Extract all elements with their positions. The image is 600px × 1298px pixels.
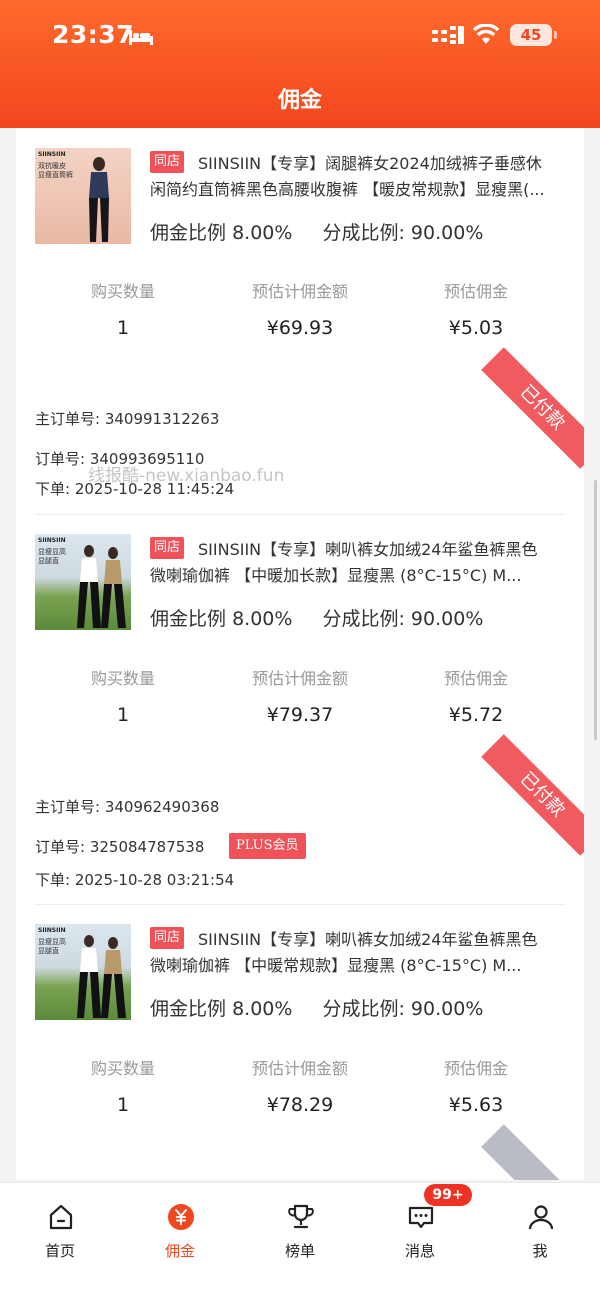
- tab-ranking[interactable]: 榜单: [240, 1183, 360, 1263]
- product-thumbnail[interactable]: SIINSIIN 双抗暖皮 显瘦直筒裤: [35, 148, 131, 244]
- message-icon: [408, 1206, 434, 1229]
- commission-rate: 8.00%: [232, 998, 293, 1020]
- product-title-line2[interactable]: 闲简约直筒裤黑色高腰收腹裤 【暖皮常规款】显瘦黑(...: [150, 176, 570, 200]
- yuan-coin-icon: [168, 1204, 194, 1230]
- est-commission-value: ¥5.72: [448, 704, 504, 726]
- product-title[interactable]: SIINSIIN【专享】喇叭裤女加绒24年鲨鱼裤黑色: [198, 926, 570, 950]
- home-icon: [49, 1204, 73, 1230]
- sleep-mode-icon: [129, 30, 153, 45]
- trophy-icon: [288, 1204, 314, 1229]
- product-row[interactable]: SIINSIIN 双抗暖皮 显瘦直筒裤 同店 SIINSIIN【专享】阔腿裤女20…: [16, 148, 584, 258]
- product-row[interactable]: SIINSIIN 显瘦显高 显腿直 同店 SIINSIIN【专享】喇叭裤女加绒24…: [16, 924, 584, 1034]
- stats-row: 购买数量 预估计佣金额 预估佣金 1 ¥69.93 ¥5.03: [16, 278, 584, 339]
- main-order-no[interactable]: 340991312263: [105, 410, 220, 428]
- tab-messages-label: 消息: [404, 1242, 435, 1260]
- thumb-caption: 显瘦显高 显腿直: [38, 938, 66, 955]
- rate-line: 佣金比例 8.00% 分成比例: 90.00%: [150, 608, 484, 630]
- tab-commission-label: 佣金: [164, 1242, 195, 1260]
- model-figures-icon: [77, 545, 126, 628]
- order-time: 2025-10-28 03:21:54: [74, 871, 235, 889]
- thumb-brand: SIINSIIN: [38, 537, 66, 544]
- battery-indicator: 45: [510, 24, 557, 46]
- share-rate: 90.00%: [410, 998, 484, 1020]
- scrollbar[interactable]: [594, 480, 597, 740]
- main-order-line: 主订单号: 340991312263: [35, 410, 220, 428]
- tab-home[interactable]: 首页: [0, 1183, 120, 1263]
- tab-home-label: 首页: [44, 1242, 75, 1260]
- stats-row: 购买数量 预估计佣金额 预估佣金 1 ¥78.29 ¥5.63: [16, 1055, 584, 1116]
- product-title[interactable]: SIINSIIN【专享】阔腿裤女2024加绒裤子垂感休: [198, 150, 570, 174]
- main-order-no[interactable]: 340962490368: [105, 798, 220, 816]
- main-order-line: 主订单号: 340962490368: [35, 798, 220, 816]
- est-commission-label: 预估佣金: [443, 669, 508, 688]
- qty-value: 1: [116, 1094, 130, 1116]
- est-amount-value: ¥69.93: [266, 317, 334, 339]
- messages-badge: 99+: [424, 1184, 472, 1206]
- product-thumbnail[interactable]: SIINSIIN 显瘦显高 显腿直: [35, 534, 131, 630]
- divider: [35, 514, 565, 515]
- store-tag: 同店: [150, 537, 185, 559]
- tab-bar: 首页 佣金 榜单 消息 我: [0, 1182, 600, 1298]
- product-title-line2[interactable]: 微喇瑜伽裤 【中暖加长款】显瘦黑 (8°C-15°C) M...: [150, 562, 570, 586]
- share-rate: 90.00%: [410, 608, 484, 630]
- qty-label: 购买数量: [90, 1059, 155, 1078]
- product-title-line2[interactable]: 微喇瑜伽裤 【中暖常规款】显瘦黑 (8°C-15°C) M...: [150, 952, 570, 976]
- thumb-caption: 双抗暖皮 显瘦直筒裤: [38, 162, 73, 179]
- stats-row: 购买数量 预估计佣金额 预估佣金 1 ¥79.37 ¥5.72: [16, 665, 584, 726]
- plus-member-badge: PLUS会员: [229, 833, 306, 859]
- rate-line: 佣金比例 8.00% 分成比例: 90.00%: [150, 222, 484, 244]
- order-line: 订单号: 325084787538: [35, 838, 205, 856]
- commission-rate: 8.00%: [232, 222, 293, 244]
- tab-me-label: 我: [532, 1242, 548, 1260]
- status-time: 23:37: [52, 20, 135, 49]
- est-amount-label: 预估计佣金额: [251, 282, 348, 301]
- store-tag: 同店: [150, 151, 185, 173]
- rate-line: 佣金比例 8.00% 分成比例: 90.00%: [150, 998, 484, 1020]
- header: 23:37 45 佣金: [0, 0, 600, 128]
- model-figure-icon: [89, 157, 109, 242]
- tab-ranking-label: 榜单: [284, 1242, 315, 1260]
- qty-label: 购买数量: [90, 282, 155, 301]
- page-title: 佣金: [277, 88, 322, 113]
- est-amount-label: 预估计佣金额: [251, 1059, 348, 1078]
- est-amount-value: ¥78.29: [266, 1094, 334, 1116]
- qty-label: 购买数量: [90, 669, 155, 688]
- user-icon: [528, 1205, 554, 1230]
- est-amount-label: 预估计佣金额: [251, 669, 348, 688]
- product-thumbnail[interactable]: SIINSIIN 显瘦显高 显腿直: [35, 924, 131, 1020]
- product-row[interactable]: SIINSIIN 显瘦显高 显腿直 同店 SIINSIIN【专享】喇叭裤女加绒24…: [16, 534, 584, 644]
- product-title[interactable]: SIINSIIN【专享】喇叭裤女加绒24年鲨鱼裤黑色: [198, 536, 570, 560]
- est-commission-label: 预估佣金: [443, 282, 508, 301]
- thumb-brand: SIINSIIN: [38, 927, 66, 934]
- status-ribbon-partial: [481, 1124, 584, 1180]
- est-amount-value: ¥79.37: [266, 704, 334, 726]
- store-tag: 同店: [150, 927, 185, 949]
- commission-rate: 8.00%: [232, 608, 293, 630]
- divider: [35, 904, 565, 905]
- watermark: 线报酷-new.xianbao.fun: [88, 466, 285, 486]
- est-commission-value: ¥5.63: [448, 1094, 504, 1116]
- wifi-icon: [473, 24, 499, 44]
- order-time-line: 下单: 2025-10-28 03:21:54: [35, 871, 235, 889]
- thumb-brand: SIINSIIN: [38, 151, 66, 158]
- order-list[interactable]: SIINSIIN 双抗暖皮 显瘦直筒裤 同店 SIINSIIN【专享】阔腿裤女20…: [16, 128, 584, 1180]
- est-commission-label: 预估佣金: [443, 1059, 508, 1078]
- cellular-signal-icon: [432, 26, 464, 44]
- tab-commission[interactable]: 佣金: [120, 1183, 240, 1263]
- share-rate: 90.00%: [410, 222, 484, 244]
- est-commission-value: ¥5.03: [448, 317, 504, 339]
- thumb-caption: 显瘦显高 显腿直: [38, 548, 66, 565]
- qty-value: 1: [116, 704, 130, 726]
- qty-value: 1: [116, 317, 130, 339]
- model-figures-icon: [77, 935, 126, 1018]
- tab-me[interactable]: 我: [480, 1183, 600, 1263]
- order-no[interactable]: 325084787538: [90, 838, 205, 856]
- order-info: 主订单号: 340962490368 订单号: 325084787538 PLU…: [35, 796, 555, 892]
